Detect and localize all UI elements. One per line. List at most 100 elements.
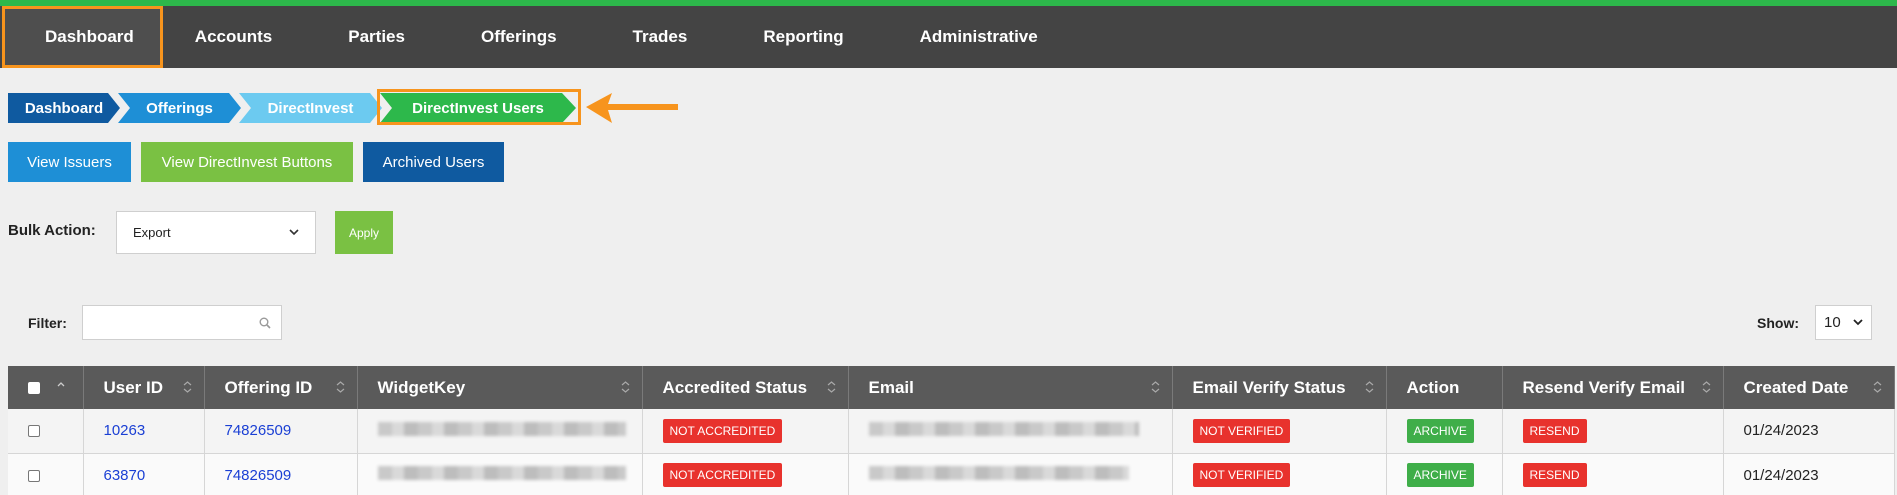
breadcrumb-offerings[interactable]: Offerings — [118, 93, 241, 123]
col-user-id[interactable]: User ID — [83, 366, 205, 409]
breadcrumb-label: Offerings — [146, 99, 213, 117]
row-checkbox[interactable] — [28, 469, 40, 482]
search-icon — [259, 317, 271, 329]
offering-id-link[interactable]: 74826509 — [225, 467, 292, 484]
col-created-date[interactable]: Created Date — [1723, 366, 1895, 409]
col-email-verify-status[interactable]: Email Verify Status — [1172, 366, 1387, 409]
offering-id-cell: 74826509 — [204, 409, 358, 454]
bulk-action-value: Export — [133, 225, 171, 240]
column-label: Email Verify Status — [1192, 377, 1346, 397]
sort-icon — [1702, 381, 1710, 393]
redacted-widgetkey — [377, 466, 626, 480]
row-select-cell — [8, 409, 84, 454]
sort-icon — [1365, 381, 1373, 393]
accredited-status-badge: NOT ACCREDITED — [662, 418, 783, 443]
filter-input[interactable] — [82, 305, 282, 340]
sort-icon — [621, 381, 629, 393]
breadcrumb-label: DirectInvest Users — [412, 99, 544, 117]
row-checkbox[interactable] — [28, 425, 40, 438]
email-cell — [848, 453, 1173, 495]
sort-icon — [57, 382, 64, 387]
column-label: Action — [1406, 377, 1460, 397]
sort-icon — [827, 381, 835, 393]
resend-cell: RESEND — [1502, 453, 1724, 495]
redacted-email — [868, 466, 1129, 480]
view-directinvest-buttons-button[interactable]: View DirectInvest Buttons — [141, 142, 353, 182]
users-table: User ID Offering ID WidgetKey Accredited… — [8, 366, 1895, 495]
page-size-select[interactable]: 10 — [1815, 305, 1872, 340]
breadcrumb-label: DirectInvest — [267, 99, 354, 117]
redacted-widgetkey — [377, 421, 626, 436]
nav-administrative[interactable]: Administrative — [882, 6, 1076, 68]
created-date-cell: 01/24/2023 — [1723, 409, 1895, 454]
email-verify-badge: NOT VERIFIED — [1192, 463, 1291, 487]
column-label: User ID — [103, 377, 164, 397]
table-row: 63870 74826509 NOT ACCREDITED NOT VERIFI… — [8, 453, 1895, 495]
user-id-link[interactable]: 10263 — [104, 422, 146, 439]
col-action[interactable]: Action — [1386, 366, 1503, 409]
pointer-arrow-icon — [586, 93, 678, 123]
sort-icon — [1873, 381, 1881, 393]
widgetkey-cell — [357, 453, 643, 495]
sort-icon — [1151, 381, 1159, 393]
nav-accounts[interactable]: Accounts — [163, 6, 310, 68]
user-id-cell: 10263 — [83, 409, 205, 454]
archive-button[interactable]: ARCHIVE — [1406, 463, 1474, 487]
table-row: 10263 74826509 NOT ACCREDITED NOT VERIFI… — [8, 409, 1895, 454]
column-label: WidgetKey — [377, 377, 466, 397]
column-label: Resend Verify Email — [1522, 377, 1686, 397]
archived-users-button[interactable]: Archived Users — [363, 142, 504, 182]
top-navigation-bar: Dashboard Accounts Parties Offerings Tra… — [0, 0, 1897, 68]
user-id-link[interactable]: 63870 — [104, 467, 146, 484]
redacted-email — [868, 421, 1139, 436]
widgetkey-cell — [357, 409, 643, 454]
column-label: Created Date — [1743, 377, 1849, 397]
nav-offerings[interactable]: Offerings — [443, 6, 595, 68]
column-label: Email — [868, 377, 914, 397]
breadcrumb-directinvest[interactable]: DirectInvest — [239, 93, 382, 123]
created-date-cell: 01/24/2023 — [1723, 453, 1895, 495]
offering-id-link[interactable]: 74826509 — [225, 422, 292, 439]
nav-reporting[interactable]: Reporting — [725, 6, 881, 68]
nav-parties[interactable]: Parties — [310, 6, 443, 68]
sort-icon — [336, 381, 344, 393]
breadcrumb-label: Dashboard — [24, 99, 104, 117]
verify-cell: NOT VERIFIED — [1172, 409, 1387, 454]
resend-button[interactable]: RESEND — [1522, 418, 1587, 443]
show-label: Show: — [1757, 315, 1799, 331]
accredited-cell: NOT ACCREDITED — [642, 453, 849, 495]
col-accredited-status[interactable]: Accredited Status — [642, 366, 849, 409]
nav-trades[interactable]: Trades — [595, 6, 726, 68]
column-label: Accredited Status — [662, 377, 808, 397]
bulk-action-label: Bulk Action: — [8, 222, 96, 239]
select-all-checkbox[interactable] — [28, 382, 40, 395]
select-all-header[interactable] — [8, 366, 84, 409]
verify-cell: NOT VERIFIED — [1172, 453, 1387, 495]
nav-dashboard[interactable]: Dashboard — [2, 6, 163, 68]
archive-button[interactable]: ARCHIVE — [1406, 418, 1474, 443]
accredited-cell: NOT ACCREDITED — [642, 409, 849, 454]
accredited-status-badge: NOT ACCREDITED — [662, 463, 783, 487]
chevron-down-icon — [289, 229, 299, 236]
column-label: Offering ID — [224, 377, 313, 397]
action-cell: ARCHIVE — [1386, 453, 1503, 495]
col-resend-verify-email[interactable]: Resend Verify Email — [1502, 366, 1724, 409]
sort-icon — [183, 381, 191, 393]
col-email[interactable]: Email — [848, 366, 1173, 409]
filter-label: Filter: — [28, 315, 67, 331]
resend-button[interactable]: RESEND — [1522, 463, 1587, 487]
view-issuers-button[interactable]: View Issuers — [8, 142, 131, 182]
row-select-cell — [8, 453, 84, 495]
user-id-cell: 63870 — [83, 453, 205, 495]
breadcrumb-dashboard[interactable]: Dashboard — [8, 93, 120, 123]
apply-button[interactable]: Apply — [335, 211, 393, 254]
col-widgetkey[interactable]: WidgetKey — [357, 366, 643, 409]
email-verify-badge: NOT VERIFIED — [1192, 418, 1291, 443]
col-offering-id[interactable]: Offering ID — [204, 366, 358, 409]
chevron-down-icon — [1853, 319, 1863, 326]
page-size-value: 10 — [1824, 314, 1841, 331]
email-cell — [848, 409, 1173, 454]
bulk-action-select[interactable]: Export — [116, 211, 316, 254]
table-header-row: User ID Offering ID WidgetKey Accredited… — [8, 366, 1895, 409]
action-cell: ARCHIVE — [1386, 409, 1503, 454]
